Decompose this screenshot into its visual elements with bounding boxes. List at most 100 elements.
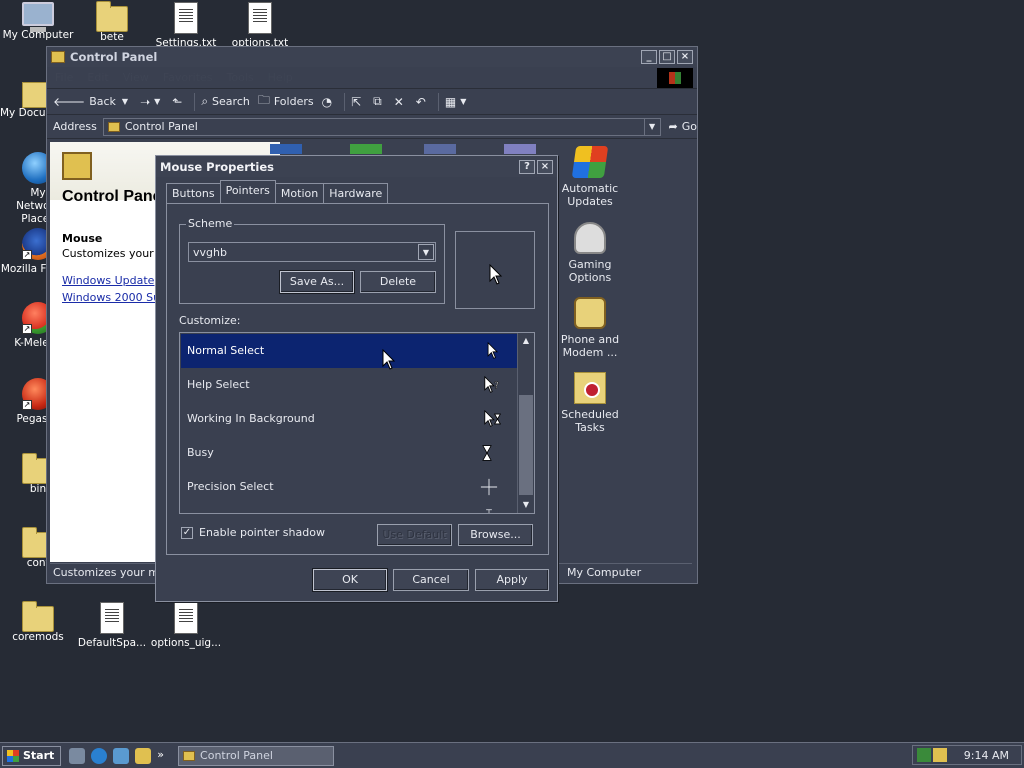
checkmark-icon[interactable]: ✓ [181, 526, 193, 539]
menu-edit[interactable]: Edit [87, 71, 108, 84]
desktop-icon-coremods[interactable]: coremods [0, 601, 76, 644]
text-file-icon [100, 602, 124, 634]
chevron-down-icon[interactable]: ▼ [418, 244, 434, 260]
cp-item-gaming-options[interactable]: Gaming Options [554, 222, 626, 284]
scheduled-tasks-icon [574, 372, 606, 404]
text-file-icon [174, 602, 198, 634]
save-as-button[interactable]: Save As... [279, 270, 355, 294]
cp-item-automatic-updates[interactable]: Automatic Updates [554, 146, 626, 208]
pointer-shadow-checkbox[interactable]: ✓ Enable pointer shadow [181, 526, 325, 539]
pointer-shadow-label: Enable pointer shadow [199, 526, 325, 539]
list-item[interactable]: Normal Select [181, 334, 518, 368]
up-folder-button[interactable]: ⬑ [172, 95, 186, 109]
outlook-express-icon[interactable] [113, 747, 130, 764]
forward-button[interactable]: ➝ ▼ [140, 95, 164, 109]
explorer-icon[interactable] [135, 747, 152, 764]
desktop-icon-options-txt[interactable]: options.txt [222, 2, 298, 50]
windows-update-icon [571, 146, 609, 178]
list-item[interactable]: Precision Select [181, 470, 518, 504]
maximize-button[interactable]: □ [659, 50, 675, 64]
taskbar-button-control-panel[interactable]: Control Panel [178, 745, 335, 766]
desktop-icon-my-computer[interactable]: My Computer [0, 2, 76, 42]
pointer-name: Help Select [187, 378, 250, 391]
up-folder-icon: ⬑ [172, 94, 183, 109]
minimize-button[interactable]: _ [641, 50, 657, 64]
menu-tools[interactable]: Tools [227, 71, 254, 84]
shortcut-arrow-icon: ↗ [22, 250, 32, 260]
desktop-icon-label: options_uig... [150, 637, 222, 649]
computer-icon [22, 2, 54, 32]
menu-file[interactable]: File [55, 71, 73, 84]
desktop-icon-settings-txt[interactable]: Settings.txt [148, 2, 224, 50]
window-titlebar[interactable]: Control Panel _ □ × [47, 47, 697, 67]
folder-icon [96, 1, 128, 32]
partial-icon [504, 144, 536, 154]
dialog-close-button[interactable]: × [537, 159, 553, 174]
menu-favorites[interactable]: Favorites [163, 71, 213, 84]
back-button[interactable]: 🡐 Back ▼ [53, 94, 132, 109]
network-tray-icon[interactable] [917, 748, 931, 762]
list-item[interactable]: Working In Background [181, 402, 518, 436]
partial-icon [350, 144, 382, 154]
tab-buttons[interactable]: Buttons [166, 183, 221, 203]
delete-button[interactable]: ✕ [394, 95, 408, 109]
arrow-cursor-icon [487, 342, 499, 359]
help-button[interactable]: ? [519, 159, 535, 174]
scroll-thumb[interactable] [519, 395, 533, 495]
internet-explorer-icon[interactable] [91, 747, 108, 764]
search-button[interactable]: ⌕ Search [201, 94, 250, 109]
scroll-down-icon[interactable]: ▼ [518, 497, 534, 513]
ok-button[interactable]: OK [312, 568, 388, 592]
cp-item-label: Scheduled Tasks [561, 408, 619, 434]
dialog-titlebar[interactable]: Mouse Properties ? × [156, 156, 557, 177]
menu-view[interactable]: View [123, 71, 149, 84]
scroll-up-icon[interactable]: ▲ [518, 333, 534, 349]
history-button[interactable]: ◔ [322, 95, 336, 109]
desktop-icon-defaultspa[interactable]: DefaultSpa... [74, 602, 150, 650]
folder-icon [22, 601, 54, 632]
list-item[interactable] [181, 504, 518, 513]
help-cursor-icon: ? [484, 376, 499, 393]
list-scrollbar[interactable]: ▲ ▼ [517, 333, 534, 513]
apply-button[interactable]: Apply [475, 569, 549, 591]
use-default-button[interactable]: Use Default [377, 524, 452, 546]
pointer-list[interactable]: Normal Select Help Select ? Working In B… [179, 332, 535, 514]
scheme-select[interactable]: vvghb ▼ [188, 242, 436, 262]
undo-icon: ↶ [415, 94, 426, 109]
show-desktop-icon[interactable] [69, 747, 86, 764]
copy-to-button[interactable]: ⧉ [373, 94, 386, 109]
address-input[interactable]: Control Panel ▼ [102, 117, 661, 136]
delete-scheme-button[interactable]: Delete [360, 271, 436, 293]
go-button[interactable]: ➦ Go [669, 120, 697, 133]
views-button[interactable]: ▦ ▼ [445, 95, 471, 109]
partial-icon [424, 144, 456, 154]
tab-motion[interactable]: Motion [274, 183, 325, 203]
cp-item-scheduled-tasks[interactable]: Scheduled Tasks [554, 372, 626, 434]
forward-arrow-icon: ➝ [140, 94, 151, 109]
desktop-icon-bete[interactable]: bete [74, 1, 150, 44]
undo-button[interactable]: ↶ [416, 95, 430, 109]
move-to-button[interactable]: ⇱ [351, 95, 365, 109]
telephone-icon [574, 297, 606, 329]
list-item[interactable]: Busy [181, 436, 518, 470]
cp-item-phone-modem[interactable]: Phone and Modem ... [554, 297, 626, 359]
folders-label: Folders [273, 95, 314, 108]
address-dropdown-icon[interactable]: ▼ [643, 118, 660, 135]
cancel-button[interactable]: Cancel [393, 569, 469, 591]
tab-pointers[interactable]: Pointers [219, 180, 276, 203]
toolbar-separator [194, 92, 196, 111]
chevron-right-icon[interactable]: » [157, 748, 164, 764]
folders-button[interactable]: 🗀 Folders [258, 91, 314, 112]
menu-help[interactable]: Help [268, 71, 293, 84]
desktop-icon-options-uig[interactable]: options_uig... [148, 602, 224, 650]
volume-tray-icon[interactable] [933, 748, 947, 762]
text-cursor-icon [486, 509, 492, 513]
mouse-pointer-icon [382, 349, 396, 370]
start-button[interactable]: Start [2, 745, 62, 766]
back-arrow-icon: 🡐 [53, 95, 86, 109]
list-item[interactable]: Help Select ? [181, 368, 518, 402]
browse-button[interactable]: Browse... [458, 524, 533, 546]
search-label: Search [212, 95, 250, 108]
close-button[interactable]: × [677, 50, 693, 64]
tab-hardware[interactable]: Hardware [323, 183, 389, 203]
